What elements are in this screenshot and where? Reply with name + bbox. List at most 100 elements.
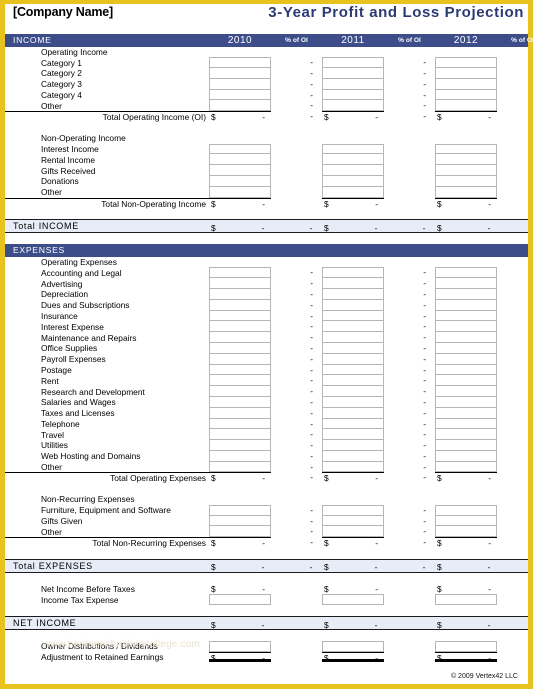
line-item-input[interactable] xyxy=(322,429,384,441)
line-item-input[interactable] xyxy=(209,278,271,289)
line-item-input[interactable] xyxy=(322,526,384,538)
line-item-input[interactable] xyxy=(435,78,497,90)
line-item-input[interactable] xyxy=(435,342,497,354)
line-item-input[interactable] xyxy=(322,440,384,451)
line-item-input[interactable] xyxy=(435,278,497,289)
line-item-input[interactable] xyxy=(209,321,271,333)
line-item-input[interactable] xyxy=(209,186,271,198)
line-item-input[interactable] xyxy=(435,440,497,451)
line-item-input[interactable] xyxy=(435,504,497,516)
line-item-input[interactable] xyxy=(322,89,384,101)
company-name-field[interactable]: [Company Name] xyxy=(13,5,113,20)
line-item-input[interactable] xyxy=(209,154,271,166)
line-item-input[interactable] xyxy=(322,418,384,430)
line-item-input[interactable] xyxy=(209,429,271,441)
line-item-input[interactable] xyxy=(322,504,384,516)
line-item-input[interactable] xyxy=(435,267,497,279)
line-item-input[interactable] xyxy=(322,68,384,79)
line-item-input[interactable] xyxy=(322,100,384,112)
line-item-input[interactable] xyxy=(322,396,384,408)
line-item-input[interactable] xyxy=(435,57,497,69)
line-item-input[interactable] xyxy=(435,165,497,177)
line-item-input[interactable] xyxy=(209,407,271,419)
line-item-input[interactable] xyxy=(322,278,384,289)
line-item-input[interactable] xyxy=(209,68,271,79)
line-item-input[interactable] xyxy=(209,515,271,527)
line-item-input[interactable] xyxy=(209,78,271,90)
line-item-input[interactable] xyxy=(322,461,384,473)
line-item-input[interactable] xyxy=(322,288,384,300)
line-item-input[interactable] xyxy=(322,332,384,343)
line-item-input[interactable] xyxy=(435,154,497,166)
line-item-input[interactable] xyxy=(435,450,497,462)
income-tax-expense-input-2011[interactable] xyxy=(322,594,384,606)
income-tax-expense-input-2010[interactable] xyxy=(209,594,271,606)
line-item-input[interactable] xyxy=(322,165,384,177)
line-item-input[interactable] xyxy=(209,176,271,187)
line-item-input[interactable] xyxy=(435,407,497,419)
line-item-input[interactable] xyxy=(435,68,497,79)
line-item-input[interactable] xyxy=(322,310,384,322)
income-tax-expense-input-2012[interactable] xyxy=(435,594,497,606)
line-item-input[interactable] xyxy=(435,332,497,343)
line-item-input[interactable] xyxy=(322,515,384,527)
line-item-input[interactable] xyxy=(209,100,271,112)
line-item-input[interactable] xyxy=(435,461,497,473)
line-item-input[interactable] xyxy=(435,186,497,198)
line-item-input[interactable] xyxy=(322,143,384,155)
line-item-input[interactable] xyxy=(435,143,497,155)
line-item-input[interactable] xyxy=(322,407,384,419)
line-item-input[interactable] xyxy=(209,353,271,365)
line-item-input[interactable] xyxy=(435,375,497,387)
line-item-input[interactable] xyxy=(322,321,384,333)
line-item-input[interactable] xyxy=(435,526,497,538)
line-item-input[interactable] xyxy=(209,375,271,387)
line-item-input[interactable] xyxy=(435,418,497,430)
line-item-input[interactable] xyxy=(209,461,271,473)
line-item-input[interactable] xyxy=(322,299,384,311)
line-item-input[interactable] xyxy=(322,176,384,187)
line-item-input[interactable] xyxy=(435,310,497,322)
line-item-input[interactable] xyxy=(209,332,271,343)
line-item-input[interactable] xyxy=(435,176,497,187)
line-item-input[interactable] xyxy=(209,57,271,69)
line-item-input[interactable] xyxy=(322,375,384,387)
line-item-input[interactable] xyxy=(209,526,271,538)
line-item-input[interactable] xyxy=(209,342,271,354)
line-item-input[interactable] xyxy=(209,267,271,279)
line-item-input[interactable] xyxy=(435,288,497,300)
line-item-input[interactable] xyxy=(435,100,497,112)
owner-distributions-input-2011[interactable] xyxy=(322,640,384,652)
line-item-input[interactable] xyxy=(435,396,497,408)
line-item-input[interactable] xyxy=(322,342,384,354)
line-item-input[interactable] xyxy=(209,299,271,311)
line-item-input[interactable] xyxy=(322,154,384,166)
line-item-input[interactable] xyxy=(435,299,497,311)
line-item-input[interactable] xyxy=(435,89,497,101)
line-item-input[interactable] xyxy=(209,165,271,177)
line-item-input[interactable] xyxy=(435,386,497,397)
line-item-input[interactable] xyxy=(435,364,497,376)
line-item-input[interactable] xyxy=(209,310,271,322)
line-item-input[interactable] xyxy=(435,429,497,441)
line-item-input[interactable] xyxy=(322,364,384,376)
line-item-input[interactable] xyxy=(209,504,271,516)
line-item-input[interactable] xyxy=(209,450,271,462)
line-item-input[interactable] xyxy=(435,515,497,527)
line-item-input[interactable] xyxy=(209,418,271,430)
line-item-input[interactable] xyxy=(322,78,384,90)
owner-distributions-input-2012[interactable] xyxy=(435,640,497,652)
line-item-input[interactable] xyxy=(209,396,271,408)
line-item-input[interactable] xyxy=(322,450,384,462)
line-item-input[interactable] xyxy=(322,57,384,69)
line-item-input[interactable] xyxy=(209,386,271,397)
line-item-input[interactable] xyxy=(209,288,271,300)
line-item-input[interactable] xyxy=(209,364,271,376)
line-item-input[interactable] xyxy=(209,440,271,451)
line-item-input[interactable] xyxy=(435,353,497,365)
line-item-input[interactable] xyxy=(322,353,384,365)
line-item-input[interactable] xyxy=(209,143,271,155)
line-item-input[interactable] xyxy=(322,267,384,279)
line-item-input[interactable] xyxy=(435,321,497,333)
owner-distributions-input-2010[interactable] xyxy=(209,640,271,652)
